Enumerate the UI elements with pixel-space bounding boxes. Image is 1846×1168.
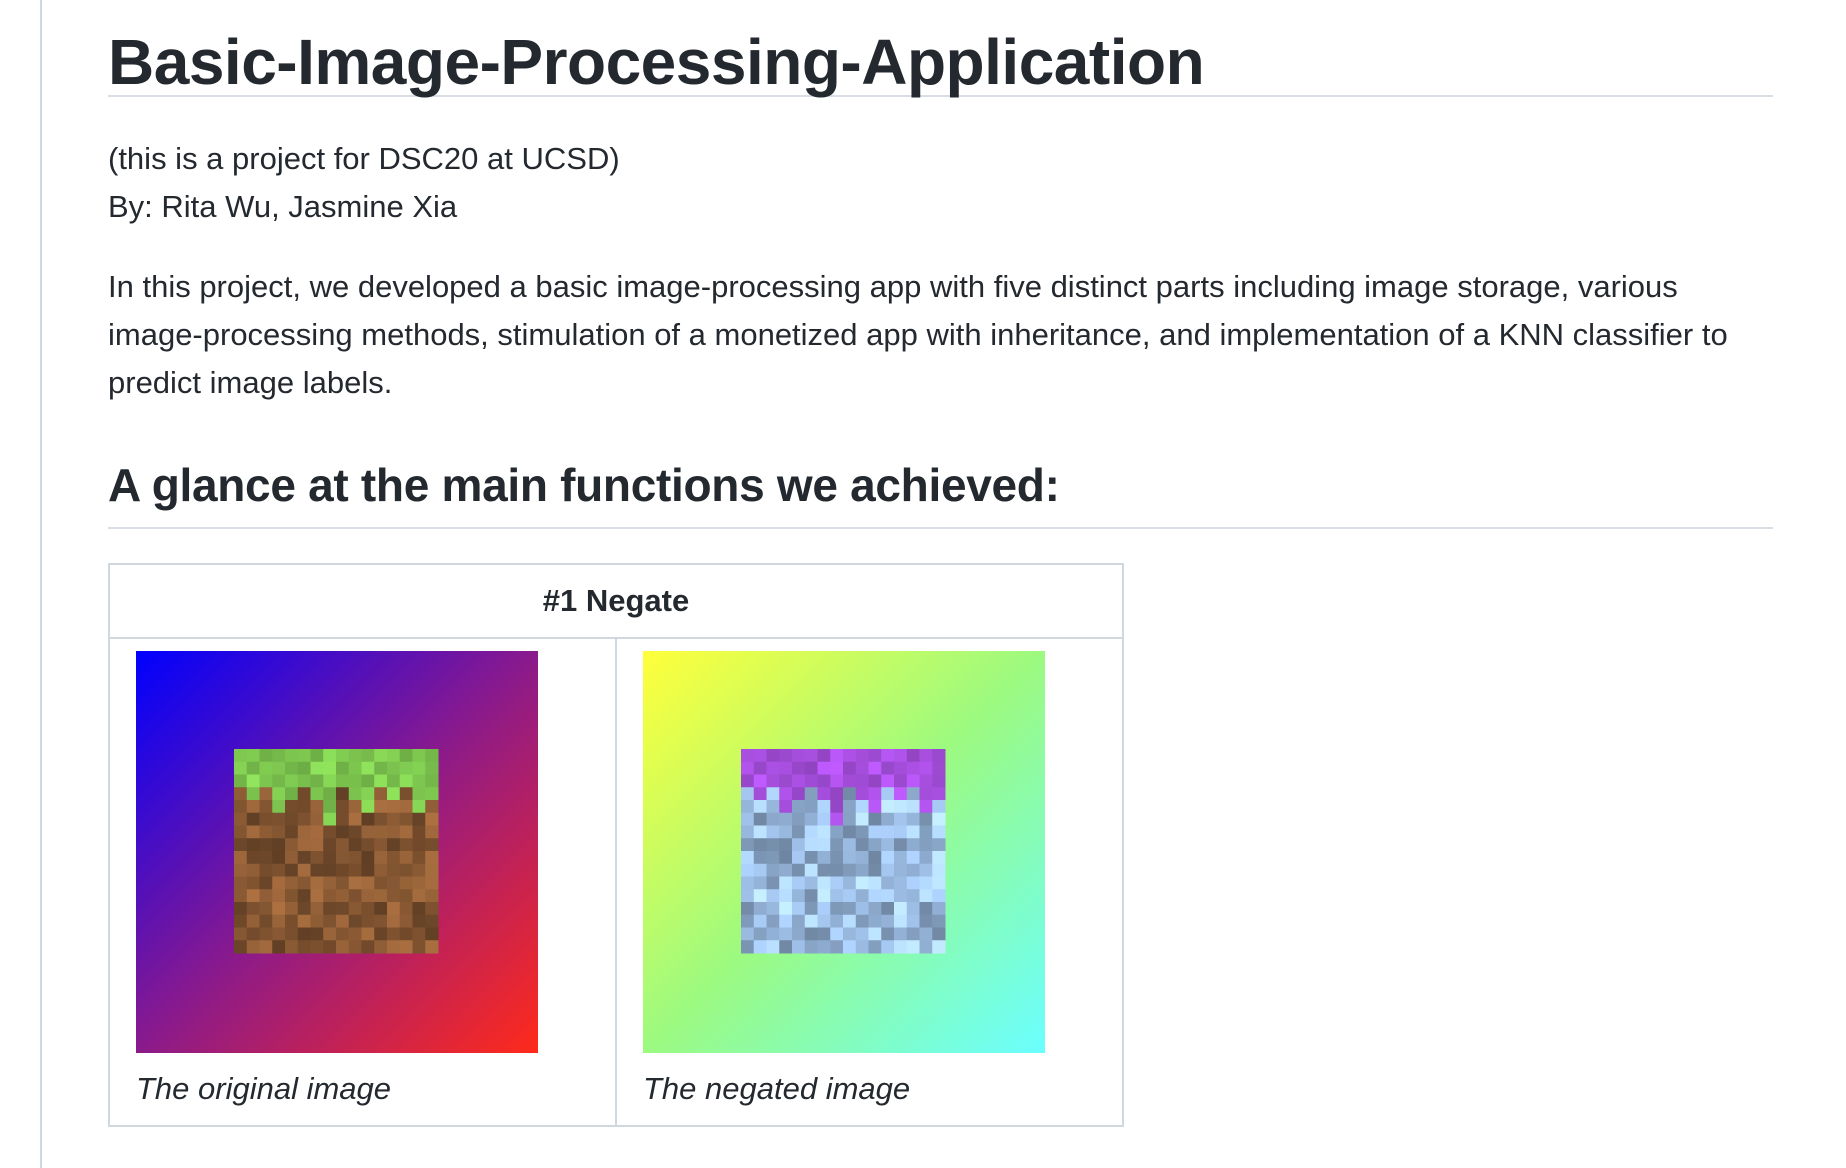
- readme-article: Basic-Image-Processing-Application (this…: [108, 0, 1773, 1127]
- negated-image: [643, 651, 1045, 1053]
- original-image: [136, 651, 538, 1053]
- authors-line: By: Rita Wu, Jasmine Xia: [108, 189, 458, 224]
- negate-demo-table: #1 Negate The original image The negated…: [108, 563, 1124, 1127]
- page-title: Basic-Image-Processing-Application: [108, 0, 1773, 98]
- course-note: (this is a project for DSC20 at UCSD): [108, 141, 620, 176]
- original-caption: The original image: [136, 1071, 392, 1106]
- negated-caption: The negated image: [643, 1071, 911, 1106]
- table-header: #1 Negate: [108, 563, 1124, 639]
- intro-paragraph: In this project, we developed a basic im…: [108, 269, 1728, 400]
- readme-container: Basic-Image-Processing-Application (this…: [40, 0, 1846, 1168]
- section-heading: A glance at the main functions we achiev…: [108, 455, 1773, 529]
- table-cell-original: The original image: [108, 637, 617, 1127]
- project-meta: (this is a project for DSC20 at UCSD) By…: [108, 135, 1773, 231]
- table-cell-negated: The negated image: [615, 637, 1124, 1127]
